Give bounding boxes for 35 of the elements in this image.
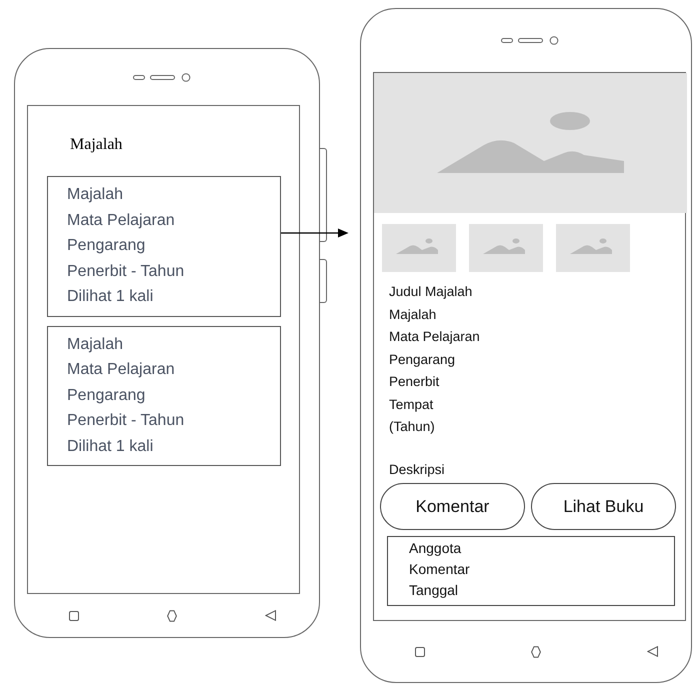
info-text: Penerbit <box>389 373 440 391</box>
info-text: Tempat <box>389 396 434 414</box>
card-text: Pengarang <box>67 236 146 256</box>
card-text: Mata Pelajaran <box>67 210 175 230</box>
back-icon[interactable] <box>265 610 276 621</box>
card-text: Dilihat 1 kali <box>67 287 154 307</box>
screen-title: Majalah <box>70 136 122 154</box>
comment-text: Tanggal <box>409 581 458 600</box>
magazine-card[interactable]: Majalah Mata Pelajaran Pengarang Penerbit - Tahun Dilihat 1 kali <box>47 176 281 316</box>
card-text: Dilihat 1 kali <box>67 436 154 456</box>
card-text: Mata Pelajaran <box>67 360 175 380</box>
card-text: Majalah <box>67 334 124 354</box>
info-text: Judul Majalah <box>389 283 472 301</box>
action-button[interactable]: Lihat Buku <box>531 483 676 530</box>
home-icon[interactable] <box>531 646 541 658</box>
description-label: Deskripsi <box>389 460 445 479</box>
speaker-drawing <box>500 36 558 45</box>
speaker-drawing <box>132 72 190 82</box>
card-text: Penerbit - Tahun <box>67 262 184 282</box>
action-button[interactable]: Komentar <box>380 483 525 530</box>
info-text: (Tahun) <box>389 418 435 436</box>
card-text: Pengarang <box>67 386 146 406</box>
info-text: Pengarang <box>389 350 456 369</box>
back-icon[interactable] <box>647 646 658 657</box>
arrow <box>281 228 349 238</box>
card-text: Penerbit - Tahun <box>67 411 184 431</box>
square-icon[interactable] <box>415 646 425 656</box>
info-text: Mata Pelajaran <box>389 328 480 346</box>
magazine-card[interactable]: Majalah Mata Pelajaran Pengarang Penerbit - Tahun Dilihat 1 kali <box>47 326 281 466</box>
card-text: Majalah <box>67 185 124 205</box>
comment-text: Anggota <box>409 539 462 558</box>
info-text: Majalah <box>389 306 436 324</box>
comment-text: Komentar <box>409 560 470 579</box>
home-icon[interactable] <box>167 610 177 622</box>
square-icon[interactable] <box>69 610 79 620</box>
